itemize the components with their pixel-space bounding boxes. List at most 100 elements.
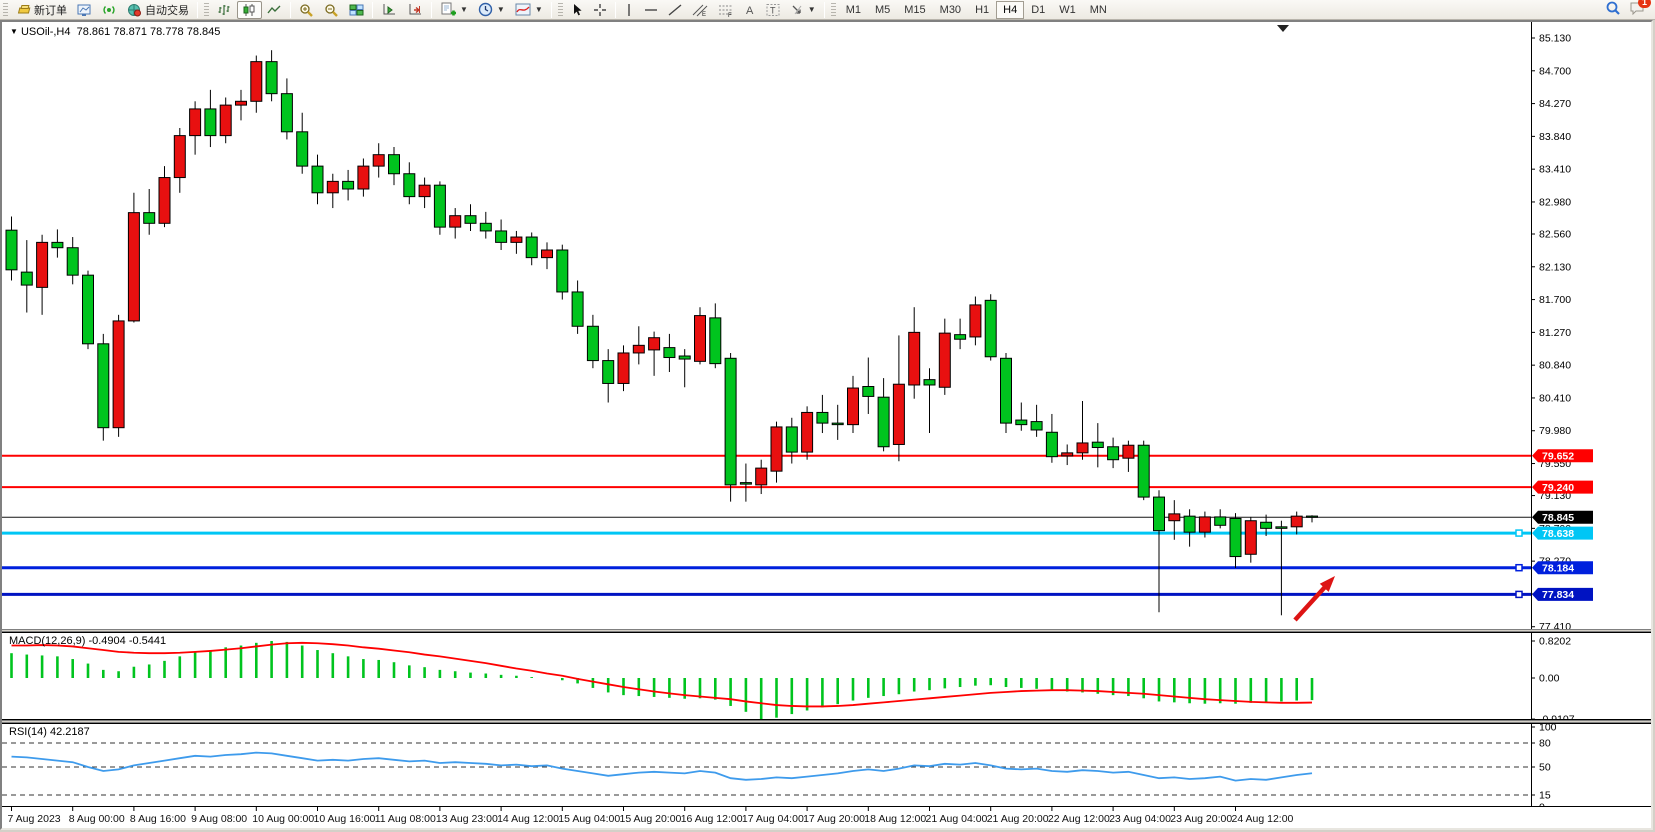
candle[interactable] xyxy=(205,109,216,136)
dropdown-arrow-icon[interactable]: ▼ xyxy=(497,5,505,14)
zoom-out-button[interactable] xyxy=(319,1,344,19)
line-handle[interactable] xyxy=(1516,530,1522,536)
candle[interactable] xyxy=(817,412,828,423)
candle[interactable] xyxy=(113,321,124,428)
candle[interactable] xyxy=(526,237,537,258)
new-order-button[interactable]: 新订单 xyxy=(11,1,72,19)
candle[interactable] xyxy=(939,333,950,387)
symbol-dropdown-icon[interactable]: ▼ xyxy=(10,27,18,36)
candle[interactable] xyxy=(236,101,247,105)
candle[interactable] xyxy=(144,213,155,224)
candle[interactable] xyxy=(695,316,706,362)
candle[interactable] xyxy=(970,305,981,337)
market-watch-button[interactable] xyxy=(72,1,97,19)
candle[interactable] xyxy=(404,174,415,197)
macd-pane[interactable]: 0.82020.00-0.9107 xyxy=(2,632,1651,720)
timeframe-button-m1[interactable]: M1 xyxy=(839,1,868,19)
vertical-line-button[interactable] xyxy=(619,1,639,19)
candle[interactable] xyxy=(67,248,78,275)
auto-scroll-button[interactable] xyxy=(376,1,402,19)
candle[interactable] xyxy=(37,242,48,287)
candle[interactable] xyxy=(52,242,63,247)
candle[interactable] xyxy=(358,166,369,189)
candle[interactable] xyxy=(603,361,614,384)
candle[interactable] xyxy=(1230,518,1241,556)
toolbar-grip[interactable] xyxy=(558,3,563,17)
candle[interactable] xyxy=(649,338,660,350)
toolbar-grip[interactable] xyxy=(3,3,8,17)
candle[interactable] xyxy=(98,344,109,428)
candle[interactable] xyxy=(21,272,32,285)
timeframe-button-m15[interactable]: M15 xyxy=(897,1,932,19)
arrow-annotation[interactable] xyxy=(1295,583,1328,620)
zoom-in-button[interactable] xyxy=(294,1,319,19)
candle[interactable] xyxy=(572,292,583,326)
candle[interactable] xyxy=(1077,443,1088,453)
candle[interactable] xyxy=(587,326,598,360)
candle[interactable] xyxy=(1169,514,1180,521)
candle[interactable] xyxy=(312,166,323,193)
timeframe-button-w1[interactable]: W1 xyxy=(1052,1,1083,19)
candle[interactable] xyxy=(174,136,185,178)
crosshair-button[interactable] xyxy=(588,1,612,19)
candle[interactable] xyxy=(786,427,797,452)
candle[interactable] xyxy=(373,155,384,166)
candle[interactable] xyxy=(924,380,935,385)
candle[interactable] xyxy=(863,387,874,397)
candle[interactable] xyxy=(802,412,813,452)
candle[interactable] xyxy=(1215,517,1226,525)
candle[interactable] xyxy=(480,223,491,231)
candle[interactable] xyxy=(771,427,782,471)
periods-button[interactable]: ▼ xyxy=(473,1,510,19)
chart-shift-marker-icon[interactable] xyxy=(1277,25,1289,32)
timeframe-button-m30[interactable]: M30 xyxy=(933,1,968,19)
line-handle[interactable] xyxy=(1516,565,1522,571)
candle[interactable] xyxy=(220,105,231,136)
candle[interactable] xyxy=(955,335,966,340)
candle[interactable] xyxy=(6,230,17,270)
trendline-button[interactable] xyxy=(663,1,687,19)
candle[interactable] xyxy=(190,109,201,136)
dropdown-arrow-icon[interactable]: ▼ xyxy=(460,5,468,14)
candle[interactable] xyxy=(1108,447,1119,460)
candle[interactable] xyxy=(710,318,721,364)
candle[interactable] xyxy=(297,132,308,166)
candle[interactable] xyxy=(878,397,889,447)
toolbar-grip[interactable] xyxy=(204,3,209,17)
candle[interactable] xyxy=(1245,521,1256,555)
candle[interactable] xyxy=(725,358,736,485)
candle[interactable] xyxy=(281,94,292,132)
candle[interactable] xyxy=(1184,516,1195,532)
candle[interactable] xyxy=(465,216,476,224)
candle[interactable] xyxy=(756,468,767,485)
candle[interactable] xyxy=(434,185,445,227)
equidistant-channel-button[interactable]: E xyxy=(687,1,713,19)
candle[interactable] xyxy=(251,62,262,102)
horizontal-line-button[interactable] xyxy=(639,1,663,19)
candlestick-button[interactable] xyxy=(237,1,262,19)
candle[interactable] xyxy=(1062,453,1073,456)
bar-chart-button[interactable] xyxy=(212,1,237,19)
candle[interactable] xyxy=(1154,497,1165,531)
toolbar-grip[interactable] xyxy=(831,3,836,17)
candle[interactable] xyxy=(664,348,675,358)
timeframe-button-m5[interactable]: M5 xyxy=(868,1,897,19)
candle[interactable] xyxy=(1199,517,1210,532)
candle[interactable] xyxy=(679,356,690,359)
fibonacci-button[interactable]: F xyxy=(713,1,739,19)
candle[interactable] xyxy=(1291,516,1302,527)
candle[interactable] xyxy=(1138,445,1149,497)
candle[interactable] xyxy=(542,250,553,258)
candle[interactable] xyxy=(848,388,859,425)
candle[interactable] xyxy=(909,332,920,385)
candle[interactable] xyxy=(496,231,507,242)
candle[interactable] xyxy=(1123,445,1134,458)
cursor-button[interactable] xyxy=(566,1,588,19)
candle[interactable] xyxy=(450,216,461,227)
candle[interactable] xyxy=(985,300,996,356)
timeframe-button-mn[interactable]: MN xyxy=(1083,1,1114,19)
notifications-icon[interactable]: 1 xyxy=(1629,1,1645,18)
dropdown-arrow-icon[interactable]: ▼ xyxy=(808,5,816,14)
tile-windows-button[interactable] xyxy=(344,1,369,19)
text-button[interactable]: A xyxy=(739,1,761,19)
